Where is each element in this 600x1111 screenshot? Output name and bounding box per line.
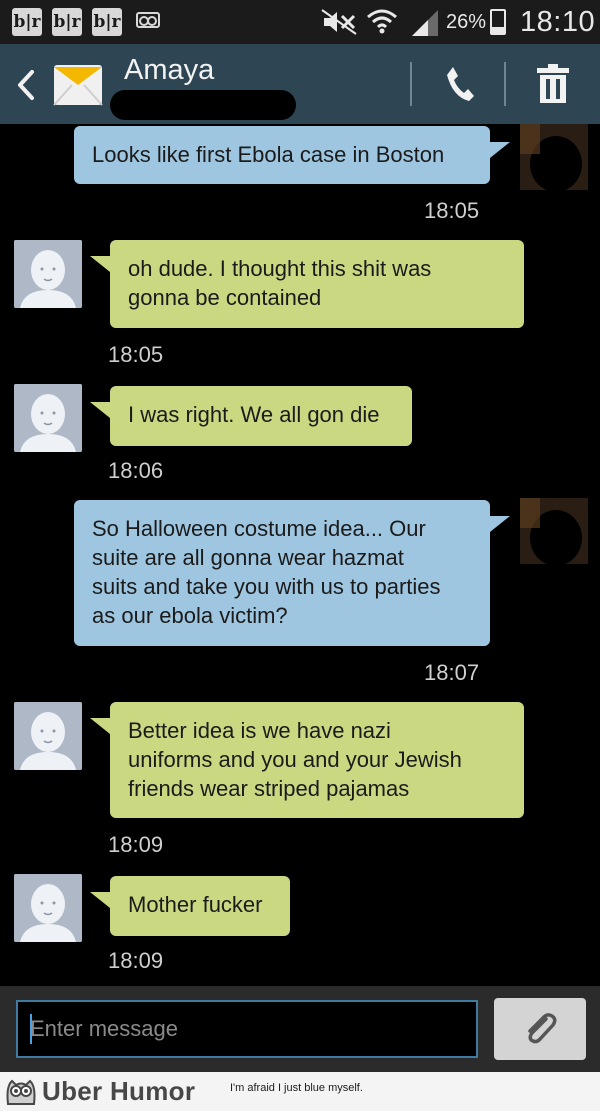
bubble-tail — [490, 516, 510, 532]
my-avatar — [520, 498, 588, 564]
status-bar: b|r b|r b|r 26% 18:10 — [0, 0, 600, 44]
bubble-tail — [90, 718, 110, 734]
contact-avatar — [14, 874, 82, 942]
mute-icon — [321, 9, 357, 35]
message-bubble-incoming[interactable]: oh dude. I thought this shit was gonna b… — [90, 240, 524, 328]
message-input[interactable]: Enter message — [16, 1000, 478, 1058]
phone-icon — [447, 67, 474, 101]
conversation-header: Amaya — [0, 44, 600, 124]
owl-logo-icon — [6, 1079, 36, 1105]
default-person-icon — [14, 702, 82, 770]
delete-button[interactable] — [510, 58, 596, 110]
bubble-tail — [90, 256, 110, 272]
message-composer: Enter message — [0, 986, 600, 1072]
message-text-line: suits and take you with us to parties — [92, 574, 441, 599]
attach-button[interactable] — [494, 998, 586, 1060]
message-text-line: as our ebola victim? — [92, 603, 288, 628]
envelope-icon — [53, 65, 103, 106]
message-bubble-incoming[interactable]: Better idea is we have nazi uniforms and… — [90, 702, 524, 818]
voicemail-icon — [136, 12, 160, 28]
redacted-phone-number — [110, 90, 296, 120]
battery-level-fill — [492, 27, 504, 33]
watermark-brand: Uber Humor — [42, 1076, 196, 1106]
bubble-tail — [490, 142, 510, 158]
notification-br-icon: b|r — [12, 8, 42, 36]
battery-icon — [490, 9, 506, 35]
message-text-line: Better idea is we have nazi — [128, 718, 391, 743]
trash-icon — [537, 64, 569, 103]
notification-br-icon: b|r — [52, 8, 82, 36]
message-text-line: friends wear striped pajamas — [128, 776, 410, 801]
message-text-line: gonna be contained — [128, 285, 322, 310]
message-text-line: oh dude. I thought this shit was — [128, 256, 432, 281]
message-bubble-outgoing[interactable]: So Halloween costume idea... Our suite a… — [74, 500, 510, 646]
watermark-bar: Uber Humor I'm afraid I just blue myself… — [0, 1072, 600, 1111]
message-timestamp: 18:06 — [108, 458, 164, 483]
message-timestamp: 18:05 — [424, 198, 480, 223]
message-text-line: Mother fucker — [128, 892, 263, 917]
wifi-icon — [367, 9, 397, 34]
message-timestamp: 18:07 — [424, 660, 480, 685]
contact-avatar — [14, 240, 82, 308]
default-person-icon — [14, 240, 82, 308]
bubble-tail — [90, 402, 110, 418]
contact-avatar — [14, 384, 82, 452]
message-text-line: I was right. We all gon die — [128, 402, 380, 427]
message-bubble-incoming[interactable]: I was right. We all gon die — [90, 386, 412, 446]
message-bubble-incoming[interactable]: Mother fucker — [90, 876, 290, 936]
message-timestamp: 18:09 — [108, 832, 164, 857]
contact-name: Amaya — [124, 54, 215, 86]
paperclip-icon — [528, 1013, 557, 1044]
message-text-line: suite are all gonna wear hazmat — [92, 545, 404, 570]
header-divider — [410, 62, 412, 106]
call-button[interactable] — [420, 58, 500, 110]
header-divider — [504, 62, 506, 106]
back-icon[interactable] — [14, 68, 38, 102]
battery-percent: 26% — [446, 11, 487, 33]
text-cursor — [30, 1014, 32, 1044]
message-text-line: uniforms and you and your Jewish — [128, 747, 462, 772]
default-person-icon — [14, 874, 82, 942]
signal-icon — [412, 10, 438, 36]
message-timestamp: 18:05 — [108, 342, 164, 367]
message-text-line: So Halloween costume idea... Our — [92, 516, 426, 541]
notification-br-icon: b|r — [92, 8, 122, 36]
message-bubble-outgoing[interactable]: Looks like first Ebola case in Boston — [74, 126, 510, 184]
bubble-tail — [90, 892, 110, 908]
my-avatar — [520, 124, 588, 190]
message-input-placeholder: Enter message — [30, 1016, 178, 1041]
message-text-line: Looks like first Ebola case in Boston — [92, 142, 445, 167]
watermark-tagline: I'm afraid I just blue myself. — [230, 1082, 363, 1094]
status-time: 18:10 — [520, 6, 596, 38]
default-person-icon — [14, 384, 82, 452]
contact-avatar — [14, 702, 82, 770]
message-timestamp: 18:09 — [108, 948, 164, 973]
